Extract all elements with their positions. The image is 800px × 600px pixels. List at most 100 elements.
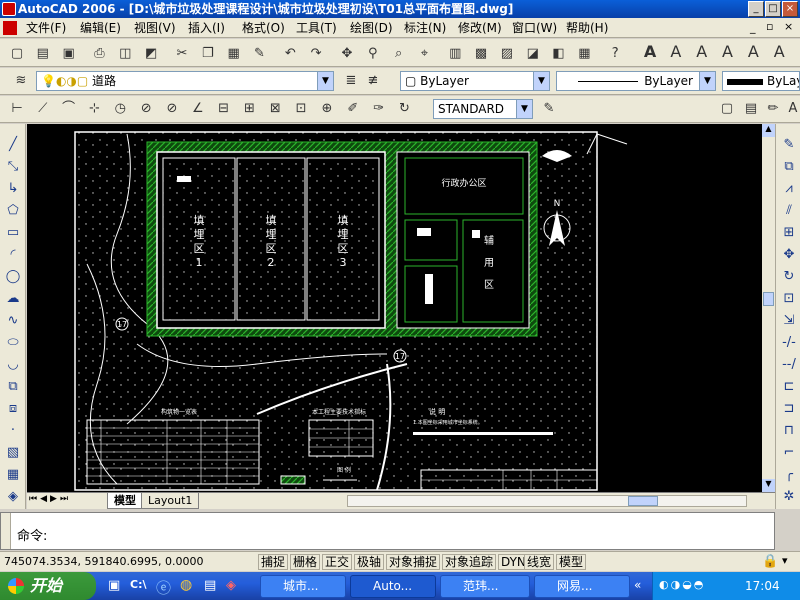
line-icon[interactable]: ╱ xyxy=(3,136,23,154)
spline-icon[interactable]: ∿ xyxy=(3,312,23,330)
menu-dimension[interactable]: 标注(N) xyxy=(404,20,446,36)
dimstyle-manager-icon[interactable]: ✎ xyxy=(539,99,559,119)
chevron-down-icon[interactable]: ▼ xyxy=(317,72,333,90)
toggle-lineweight[interactable]: 线宽 xyxy=(524,554,555,570)
construction-line-icon[interactable]: ⤡ xyxy=(3,158,23,176)
offset-icon[interactable]: ⫽ xyxy=(779,202,799,220)
make-current-icon[interactable]: ≣ xyxy=(341,71,361,91)
toggle-grid[interactable]: 栅格 xyxy=(290,554,321,570)
pan-icon[interactable]: ✥ xyxy=(337,44,357,64)
break-point-icon[interactable]: ⊏ xyxy=(779,378,799,396)
make-block-icon[interactable]: ⧈ xyxy=(3,400,23,418)
dim-baseline-icon[interactable]: ⊞ xyxy=(239,99,259,119)
redo-icon[interactable]: ↷ xyxy=(306,44,326,64)
quick-dim-icon[interactable]: ⊟ xyxy=(214,99,234,119)
calculator-icon[interactable]: ▦ xyxy=(574,44,594,64)
dim-radius-icon[interactable]: ◷ xyxy=(110,99,130,119)
multiline-icon[interactable]: ✏ xyxy=(763,99,783,119)
taskbar-expand-icon[interactable]: « xyxy=(634,578,641,592)
trim-icon[interactable]: -/- xyxy=(779,334,799,352)
horizontal-scrollbar[interactable] xyxy=(347,495,747,507)
menu-insert[interactable]: 插入(I) xyxy=(188,20,225,36)
polygon-icon[interactable]: ⬠ xyxy=(3,202,23,220)
task-autocad[interactable]: Auto... xyxy=(350,575,436,598)
menu-view[interactable]: 视图(V) xyxy=(134,20,176,36)
layer-combo[interactable]: 💡◐◑▢ 道路 ▼ xyxy=(36,71,334,91)
color-combo[interactable]: ▢ ByLayer ▼ xyxy=(400,71,550,91)
region-icon[interactable]: ◈ xyxy=(3,488,23,506)
task-browser[interactable]: 网易... xyxy=(534,575,630,598)
new-icon[interactable]: ▢ xyxy=(7,44,27,64)
dim-linear-icon[interactable]: ⊢ xyxy=(7,99,27,119)
maximize-button[interactable]: □ xyxy=(765,1,781,17)
sheetset-icon[interactable]: ◪ xyxy=(523,44,543,64)
menu-help[interactable]: 帮助(H) xyxy=(566,20,608,36)
menu-edit[interactable]: 编辑(E) xyxy=(80,20,121,36)
linetype-combo[interactable]: ByLayer ▼ xyxy=(556,71,716,91)
dim-ordinate-icon[interactable]: ⊹ xyxy=(84,99,104,119)
paste-icon[interactable]: ▦ xyxy=(224,44,244,64)
markup-icon[interactable]: ◧ xyxy=(549,44,569,64)
drawing-canvas[interactable]: 填埋区 1 填埋区 2 填埋区 3 行政办公区 辅用区 17 17 N 构筑物一览表 … xyxy=(27,124,762,492)
point-icon[interactable]: · xyxy=(3,422,23,440)
task-folder[interactable]: 城市... xyxy=(260,575,346,598)
layer-previous-icon[interactable]: ≢ xyxy=(363,71,383,91)
stretch-icon[interactable]: ⇲ xyxy=(779,312,799,330)
erase-icon[interactable]: ✎ xyxy=(779,136,799,154)
minimize-button[interactable]: _ xyxy=(748,1,764,17)
ellipse-icon[interactable]: ⬭ xyxy=(3,334,23,352)
viewport-icon[interactable]: ▢ xyxy=(717,99,737,119)
dim-continue-icon[interactable]: ⊠ xyxy=(265,99,285,119)
match-prop-icon[interactable]: ✎ xyxy=(249,44,269,64)
doc-minimize-button[interactable]: _ xyxy=(750,21,756,34)
dim-update-icon[interactable]: ↻ xyxy=(394,99,414,119)
dim-arc-icon[interactable]: ⌒ xyxy=(59,99,79,119)
scroll-thumb[interactable] xyxy=(763,292,774,306)
tab-nav-arrows-icon[interactable]: ⏮◀▶⏭ xyxy=(29,494,71,504)
toggle-ortho[interactable]: 正交 xyxy=(322,554,353,570)
toggle-snap[interactable]: 捕捉 xyxy=(258,554,289,570)
dim-aligned-icon[interactable]: ⟋ xyxy=(33,99,53,119)
mtext-icon[interactable]: A xyxy=(666,42,686,62)
break-icon[interactable]: ⊐ xyxy=(779,400,799,418)
tolerance-icon[interactable]: ⊡ xyxy=(291,99,311,119)
toggle-otrack[interactable]: 对象追踪 xyxy=(442,554,497,570)
print-icon[interactable]: ⎙ xyxy=(89,44,109,64)
horizontal-scroll-thumb[interactable] xyxy=(628,496,658,506)
menu-modify[interactable]: 修改(M) xyxy=(458,20,502,36)
table-style-icon[interactable]: ▤ xyxy=(741,99,761,119)
doc-restore-button[interactable]: ▫ xyxy=(766,20,773,33)
show-desktop-icon[interactable]: ▣ xyxy=(108,578,120,593)
menu-format[interactable]: 格式(O) xyxy=(242,20,285,36)
scale-icon[interactable]: ⊡ xyxy=(779,290,799,308)
lineweight-combo[interactable]: ByLay xyxy=(722,71,800,91)
explode-icon[interactable]: ✲ xyxy=(779,488,799,506)
vertical-scrollbar[interactable]: ▲ ▼ xyxy=(762,124,775,492)
toggle-osnap[interactable]: 对象捕捉 xyxy=(386,554,441,570)
tray-icons[interactable]: ◐◑◒◓ xyxy=(659,578,705,591)
find-text-icon[interactable]: A xyxy=(718,42,738,62)
dim-angular-icon[interactable]: ∠ xyxy=(188,99,208,119)
cut-icon[interactable]: ✂ xyxy=(172,44,192,64)
ellipse-arc-icon[interactable]: ◡ xyxy=(3,356,23,374)
preview-icon[interactable]: ◫ xyxy=(115,44,135,64)
undo-icon[interactable]: ↶ xyxy=(280,44,300,64)
arc-icon[interactable]: ◜ xyxy=(3,246,23,264)
array-icon[interactable]: ⊞ xyxy=(779,224,799,242)
text-icon[interactable]: A xyxy=(640,42,660,62)
dim-edit-icon[interactable]: ✐ xyxy=(343,99,363,119)
help-icon[interactable]: ? xyxy=(605,44,625,64)
chamfer-icon[interactable]: ⌐ xyxy=(779,444,799,462)
tab-model[interactable]: 模型 xyxy=(107,493,143,509)
chevron-down-icon[interactable]: ▼ xyxy=(699,72,715,90)
revcloud-icon[interactable]: ☁ xyxy=(3,290,23,308)
scroll-down-icon[interactable]: ▼ xyxy=(762,479,775,492)
dim-jogged-icon[interactable]: ⊘ xyxy=(136,99,156,119)
menu-tools[interactable]: 工具(T) xyxy=(296,20,337,36)
ie-icon[interactable]: ⓔ xyxy=(156,577,171,598)
save-icon[interactable]: ▣ xyxy=(59,44,79,64)
dim-diameter-icon[interactable]: ⊘ xyxy=(162,99,182,119)
task-music[interactable]: 范玮... xyxy=(440,575,530,598)
gradient-icon[interactable]: ▦ xyxy=(3,466,23,484)
center-mark-icon[interactable]: ⊕ xyxy=(317,99,337,119)
